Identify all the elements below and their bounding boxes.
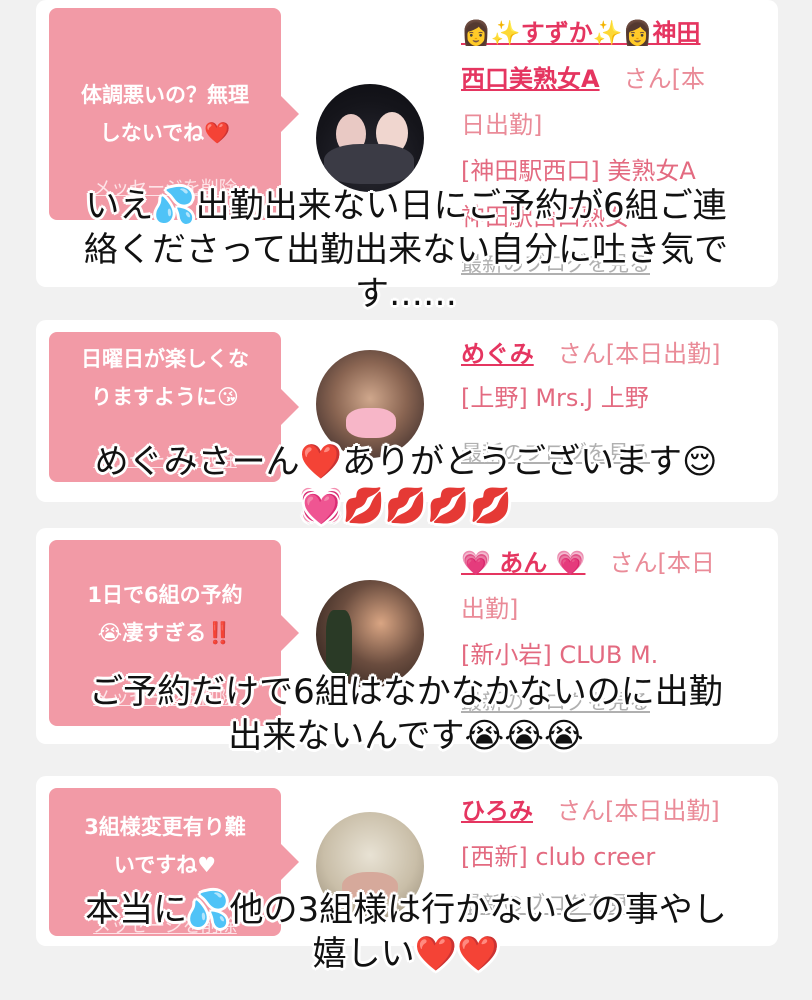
caption-1: いえ💦出勤出来ない日にご予約が6組ご連 絡くださって出勤出来ない自分に吐き気で … [0, 184, 812, 316]
status-label: 日出勤] [461, 111, 543, 139]
profile-name-link[interactable]: 💗 あん 💗 [461, 549, 585, 577]
caption-line: す…… [355, 274, 457, 314]
san-label: さん[本 [623, 65, 705, 93]
message-text-line1: 日曜日が楽しくな [81, 347, 249, 371]
san-label: さん[本日出勤] [557, 797, 720, 825]
message-text-line2: いですね♥ [113, 853, 217, 877]
profile-name-link[interactable]: 👩✨すずか✨👩神田 [461, 19, 701, 47]
profile-name-link[interactable]: ひろみ [461, 797, 533, 825]
message-text-line1: 3組様変更有り難 [84, 815, 246, 839]
caption-line: 本当に💦他の3組様は行かないとの事やし [85, 890, 727, 930]
profile-name-link[interactable]: めぐみ [461, 340, 534, 368]
caption-line: 絡くださって出勤出来ない自分に吐き気で [83, 230, 729, 270]
message-text-line1: 体調悪いの？無理 [81, 83, 249, 107]
message-text-line1: 1日で6組の予約 [87, 583, 243, 607]
san-label: さん[本日出勤] [557, 340, 721, 368]
caption-line: めぐみさーん❤️ありがとうございます😌 [94, 442, 718, 482]
message-text-line2: 😭凄すぎる‼️ [97, 621, 233, 645]
message-text-line2: りますように😘 [91, 385, 239, 409]
caption-line: いえ💦出勤出来ない日にご予約が6組ご連 [85, 186, 727, 226]
message-text-line2: しないでね❤️ [99, 121, 231, 145]
shop-label: [西新] club creer [461, 843, 656, 871]
caption-2: めぐみさーん❤️ありがとうございます😌 💓💋💋💋💋 [0, 440, 812, 528]
caption-line: 出来ないんです😭😭😭 [228, 716, 584, 756]
status-label: 出勤] [461, 595, 519, 623]
caption-line: ご予約だけで6組はなかなかないのに出勤 [89, 672, 723, 712]
caption-4: 本当に💦他の3組様は行かないとの事やし 嬉しい❤️❤️ [0, 888, 812, 976]
caption-line: 嬉しい❤️❤️ [312, 934, 500, 974]
profile-name-link-cont[interactable]: 西口美熟女A [461, 65, 600, 93]
avatar[interactable] [316, 84, 424, 192]
shop-label: [上野] Mrs.J 上野 [461, 384, 649, 412]
caption-line: 💓💋💋💋💋 [300, 486, 512, 526]
caption-3: ご予約だけで6組はなかなかないのに出勤 出来ないんです😭😭😭 [0, 670, 812, 758]
san-label: さん[本日 [609, 549, 715, 577]
